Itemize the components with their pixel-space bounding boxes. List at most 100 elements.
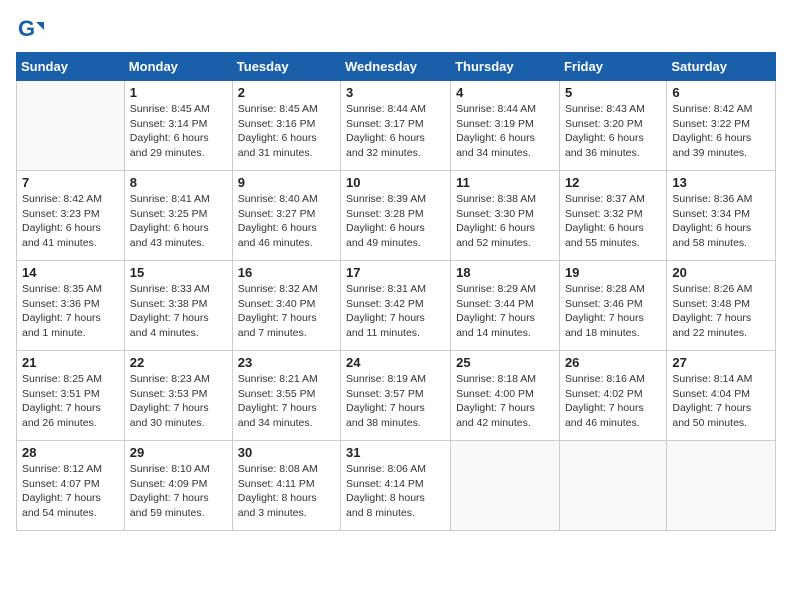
day-detail: Sunrise: 8:12 AM Sunset: 4:07 PM Dayligh… (22, 462, 119, 521)
calendar-header-row: SundayMondayTuesdayWednesdayThursdayFrid… (17, 53, 776, 81)
day-number: 24 (346, 355, 445, 370)
page-header: G (16, 16, 776, 44)
calendar-cell (667, 441, 776, 531)
calendar-cell: 6Sunrise: 8:42 AM Sunset: 3:22 PM Daylig… (667, 81, 776, 171)
calendar-cell: 17 Sunrise: 8:31 AM Sunset: 3:42 PM Dayli… (341, 261, 451, 351)
calendar-cell: 29 Sunrise: 8:10 AM Sunset: 4:09 PM Dayli… (124, 441, 232, 531)
day-detail: Sunrise: 8:19 AM Sunset: 3:57 PM Dayligh… (346, 372, 445, 431)
day-header-sunday: Sunday (17, 53, 125, 81)
day-detail: Sunrise: 8:21 AM Sunset: 3:55 PM Dayligh… (238, 372, 335, 431)
day-detail: Sunrise: 8:38 AM Sunset: 3:30 PM Dayligh… (456, 192, 554, 251)
calendar-cell: 9 Sunrise: 8:40 AM Sunset: 3:27 PM Daylig… (232, 171, 340, 261)
day-detail: Sunrise: 8:36 AM Sunset: 3:34 PM Dayligh… (672, 192, 770, 251)
day-number: 4 (456, 85, 554, 100)
calendar-week-row: 28 Sunrise: 8:12 AM Sunset: 4:07 PM Dayli… (17, 441, 776, 531)
day-detail: Sunrise: 8:44 AM Sunset: 3:17 PM Dayligh… (346, 102, 445, 161)
day-detail: Sunrise: 8:06 AM Sunset: 4:14 PM Dayligh… (346, 462, 445, 521)
day-detail: Sunrise: 8:23 AM Sunset: 3:53 PM Dayligh… (130, 372, 227, 431)
day-number: 22 (130, 355, 227, 370)
day-number: 13 (672, 175, 770, 190)
calendar-cell: 27Sunrise: 8:14 AM Sunset: 4:04 PM Dayli… (667, 351, 776, 441)
day-number: 7 (22, 175, 119, 190)
day-number: 20 (672, 265, 770, 280)
day-number: 26 (565, 355, 661, 370)
calendar-cell: 13 Sunrise: 8:36 AM Sunset: 3:34 PM Dayli… (667, 171, 776, 261)
day-number: 2 (238, 85, 335, 100)
calendar-cell: 19 Sunrise: 8:28 AM Sunset: 3:46 PM Dayli… (559, 261, 666, 351)
day-detail: Sunrise: 8:25 AM Sunset: 3:51 PM Dayligh… (22, 372, 119, 431)
calendar-cell (559, 441, 666, 531)
day-detail: Sunrise: 8:31 AM Sunset: 3:42 PM Dayligh… (346, 282, 445, 341)
calendar-cell: 21Sunrise: 8:25 AM Sunset: 3:51 PM Dayli… (17, 351, 125, 441)
calendar-cell: 30Sunrise: 8:08 AM Sunset: 4:11 PM Dayli… (232, 441, 340, 531)
day-number: 28 (22, 445, 119, 460)
day-detail: Sunrise: 8:16 AM Sunset: 4:02 PM Dayligh… (565, 372, 661, 431)
day-detail: Sunrise: 8:26 AM Sunset: 3:48 PM Dayligh… (672, 282, 770, 341)
day-detail: Sunrise: 8:45 AM Sunset: 3:16 PM Dayligh… (238, 102, 335, 161)
day-header-saturday: Saturday (667, 53, 776, 81)
logo: G (16, 16, 48, 44)
day-number: 11 (456, 175, 554, 190)
calendar-week-row: 1Sunrise: 8:45 AM Sunset: 3:14 PM Daylig… (17, 81, 776, 171)
day-detail: Sunrise: 8:42 AM Sunset: 3:22 PM Dayligh… (672, 102, 770, 161)
calendar-week-row: 7 Sunrise: 8:42 AM Sunset: 3:23 PM Daylig… (17, 171, 776, 261)
calendar-cell: 1Sunrise: 8:45 AM Sunset: 3:14 PM Daylig… (124, 81, 232, 171)
day-detail: Sunrise: 8:44 AM Sunset: 3:19 PM Dayligh… (456, 102, 554, 161)
day-number: 9 (238, 175, 335, 190)
calendar-cell: 3 Sunrise: 8:44 AM Sunset: 3:17 PM Daylig… (341, 81, 451, 171)
calendar-cell: 28 Sunrise: 8:12 AM Sunset: 4:07 PM Dayli… (17, 441, 125, 531)
day-number: 29 (130, 445, 227, 460)
day-number: 19 (565, 265, 661, 280)
calendar-cell: 18 Sunrise: 8:29 AM Sunset: 3:44 PM Dayli… (451, 261, 560, 351)
day-number: 18 (456, 265, 554, 280)
calendar-cell: 22 Sunrise: 8:23 AM Sunset: 3:53 PM Dayli… (124, 351, 232, 441)
calendar-week-row: 14Sunrise: 8:35 AM Sunset: 3:36 PM Dayli… (17, 261, 776, 351)
day-detail: Sunrise: 8:37 AM Sunset: 3:32 PM Dayligh… (565, 192, 661, 251)
calendar-cell: 24 Sunrise: 8:19 AM Sunset: 3:57 PM Dayli… (341, 351, 451, 441)
calendar-cell (17, 81, 125, 171)
svg-text:G: G (18, 16, 35, 41)
calendar-cell: 10Sunrise: 8:39 AM Sunset: 3:28 PM Dayli… (341, 171, 451, 261)
calendar-cell: 5 Sunrise: 8:43 AM Sunset: 3:20 PM Daylig… (559, 81, 666, 171)
day-detail: Sunrise: 8:29 AM Sunset: 3:44 PM Dayligh… (456, 282, 554, 341)
calendar-cell: 26 Sunrise: 8:16 AM Sunset: 4:02 PM Dayli… (559, 351, 666, 441)
calendar-table: SundayMondayTuesdayWednesdayThursdayFrid… (16, 52, 776, 531)
calendar-week-row: 21Sunrise: 8:25 AM Sunset: 3:51 PM Dayli… (17, 351, 776, 441)
day-number: 3 (346, 85, 445, 100)
day-number: 10 (346, 175, 445, 190)
day-detail: Sunrise: 8:33 AM Sunset: 3:38 PM Dayligh… (130, 282, 227, 341)
day-detail: Sunrise: 8:43 AM Sunset: 3:20 PM Dayligh… (565, 102, 661, 161)
day-detail: Sunrise: 8:10 AM Sunset: 4:09 PM Dayligh… (130, 462, 227, 521)
calendar-cell: 11 Sunrise: 8:38 AM Sunset: 3:30 PM Dayli… (451, 171, 560, 261)
day-detail: Sunrise: 8:45 AM Sunset: 3:14 PM Dayligh… (130, 102, 227, 161)
day-detail: Sunrise: 8:40 AM Sunset: 3:27 PM Dayligh… (238, 192, 335, 251)
day-header-tuesday: Tuesday (232, 53, 340, 81)
day-detail: Sunrise: 8:41 AM Sunset: 3:25 PM Dayligh… (130, 192, 227, 251)
day-number: 12 (565, 175, 661, 190)
day-detail: Sunrise: 8:42 AM Sunset: 3:23 PM Dayligh… (22, 192, 119, 251)
day-number: 31 (346, 445, 445, 460)
day-number: 23 (238, 355, 335, 370)
day-number: 16 (238, 265, 335, 280)
calendar-cell: 16 Sunrise: 8:32 AM Sunset: 3:40 PM Dayli… (232, 261, 340, 351)
day-detail: Sunrise: 8:35 AM Sunset: 3:36 PM Dayligh… (22, 282, 119, 341)
logo-icon: G (16, 16, 44, 44)
calendar-cell: 23 Sunrise: 8:21 AM Sunset: 3:55 PM Dayli… (232, 351, 340, 441)
calendar-cell: 14Sunrise: 8:35 AM Sunset: 3:36 PM Dayli… (17, 261, 125, 351)
calendar-cell: 15 Sunrise: 8:33 AM Sunset: 3:38 PM Dayli… (124, 261, 232, 351)
day-number: 5 (565, 85, 661, 100)
day-header-friday: Friday (559, 53, 666, 81)
day-detail: Sunrise: 8:28 AM Sunset: 3:46 PM Dayligh… (565, 282, 661, 341)
day-number: 8 (130, 175, 227, 190)
calendar-cell: 20 Sunrise: 8:26 AM Sunset: 3:48 PM Dayli… (667, 261, 776, 351)
calendar-cell: 25Sunrise: 8:18 AM Sunset: 4:00 PM Dayli… (451, 351, 560, 441)
calendar-cell: 12 Sunrise: 8:37 AM Sunset: 3:32 PM Dayli… (559, 171, 666, 261)
day-number: 25 (456, 355, 554, 370)
day-detail: Sunrise: 8:32 AM Sunset: 3:40 PM Dayligh… (238, 282, 335, 341)
day-number: 15 (130, 265, 227, 280)
day-number: 17 (346, 265, 445, 280)
day-number: 30 (238, 445, 335, 460)
calendar-cell: 7 Sunrise: 8:42 AM Sunset: 3:23 PM Daylig… (17, 171, 125, 261)
day-number: 27 (672, 355, 770, 370)
calendar-cell: 8 Sunrise: 8:41 AM Sunset: 3:25 PM Daylig… (124, 171, 232, 261)
